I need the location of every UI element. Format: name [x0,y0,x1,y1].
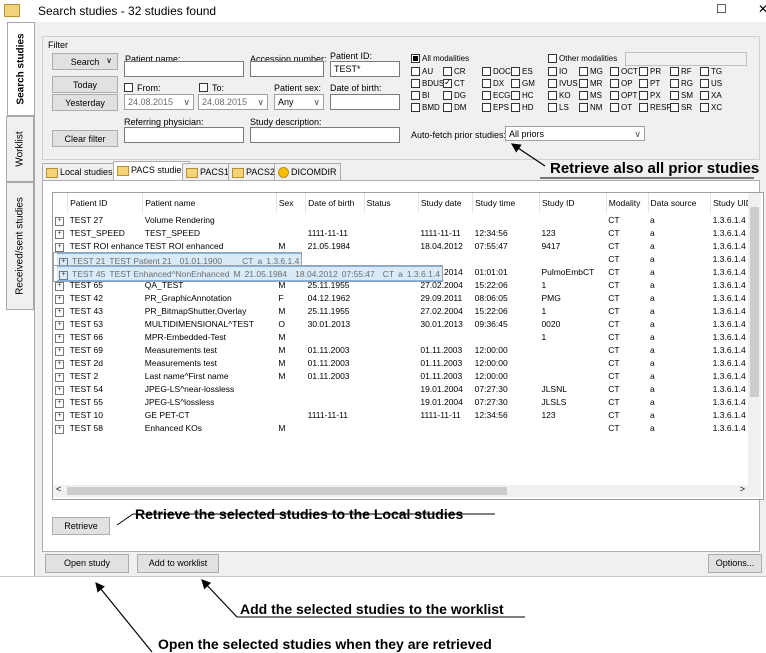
annotation-worklist: Add the selected studies to the worklist [240,601,504,617]
annotation-arrows [95,143,754,653]
annotation-prior-studies: Retrieve also all prior studies [550,160,760,177]
annotation-retrieve: Retrieve the selected studies to the Loc… [135,506,464,522]
annotation-open-study: Open the selected studies when they are … [158,636,492,652]
